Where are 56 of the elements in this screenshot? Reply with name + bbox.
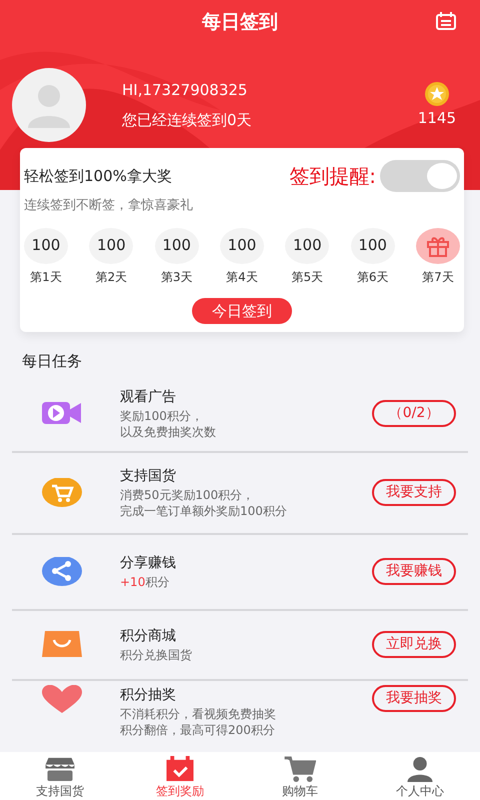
- day-label: 第6天: [356, 268, 388, 286]
- reminder-label: 签到提醒:: [289, 163, 376, 190]
- tab-item[interactable]: 购物车: [240, 752, 360, 800]
- coin-icon: [424, 80, 450, 107]
- day-label: 第3天: [160, 268, 192, 286]
- task-description: 消费50元奖励100积分，: [120, 486, 256, 503]
- day-points: 100: [89, 228, 134, 264]
- points-value: 1145: [418, 108, 456, 129]
- task-description: 积分兑换国货: [120, 646, 193, 664]
- task-description: 完成一笔订单额外奖励100积分: [120, 503, 288, 520]
- day-points: 100: [220, 228, 264, 264]
- heart-icon: [42, 684, 82, 714]
- day-points: 100: [24, 228, 68, 264]
- task-title: 积分商城: [120, 626, 177, 646]
- day-label: 第4天: [226, 268, 258, 286]
- streak-text: 您已经连续签到0天: [122, 110, 253, 131]
- person-icon: [26, 82, 72, 128]
- tab-item[interactable]: 签到奖励: [120, 752, 240, 800]
- gift-icon: [426, 234, 450, 256]
- card-title: 轻松签到100%拿大奖: [24, 166, 173, 187]
- task-title: 分享赚钱: [120, 554, 177, 573]
- sign-in-button[interactable]: 今日签到: [192, 298, 292, 324]
- day-points: 100: [350, 228, 395, 264]
- task-description: 以及免费抽奖次数: [120, 424, 217, 440]
- calendar-check-icon: [164, 756, 196, 782]
- day-label: 第5天: [291, 268, 324, 286]
- tab-item[interactable]: 支持国货: [0, 752, 120, 800]
- task-button[interactable]: 立即兑换: [372, 631, 456, 658]
- card-subtitle: 连续签到不断签，拿惊喜豪礼: [24, 197, 194, 215]
- store-icon: [44, 756, 76, 782]
- day-points: 100: [285, 228, 330, 264]
- section-title: 每日任务: [21, 351, 83, 372]
- share-icon: [42, 557, 82, 586]
- day-label: 第2天: [96, 268, 128, 286]
- day-label: 第1天: [30, 268, 62, 286]
- tab-item[interactable]: 个人中心: [360, 752, 480, 800]
- shopping-bag-icon: [42, 630, 82, 659]
- cart-icon: [284, 756, 316, 782]
- task-title: 支持国货: [120, 466, 177, 486]
- page-title: 每日签到: [202, 11, 278, 33]
- cart-icon: [42, 478, 82, 507]
- task-button[interactable]: （0/2）: [372, 400, 456, 427]
- greeting-text: HI,17327908325: [122, 80, 248, 100]
- task-description: 奖励100积分，: [120, 408, 204, 424]
- task-title: 观看广告: [120, 388, 177, 407]
- task-description: 积分翻倍，最高可得200积分: [120, 722, 276, 738]
- task-button[interactable]: 我要抽奖: [372, 684, 456, 712]
- day-points: 100: [154, 228, 199, 264]
- calendar-icon[interactable]: [436, 12, 456, 30]
- task-button[interactable]: 我要赚钱: [372, 558, 456, 585]
- task-description: +10积分: [120, 574, 170, 590]
- task-description: 不消耗积分，看视频免费抽奖: [120, 706, 277, 722]
- task-title: 积分抽奖: [120, 686, 177, 704]
- reminder-toggle[interactable]: [380, 160, 460, 192]
- task-button[interactable]: 我要支持: [372, 479, 456, 506]
- day-label: 第7天: [422, 268, 454, 286]
